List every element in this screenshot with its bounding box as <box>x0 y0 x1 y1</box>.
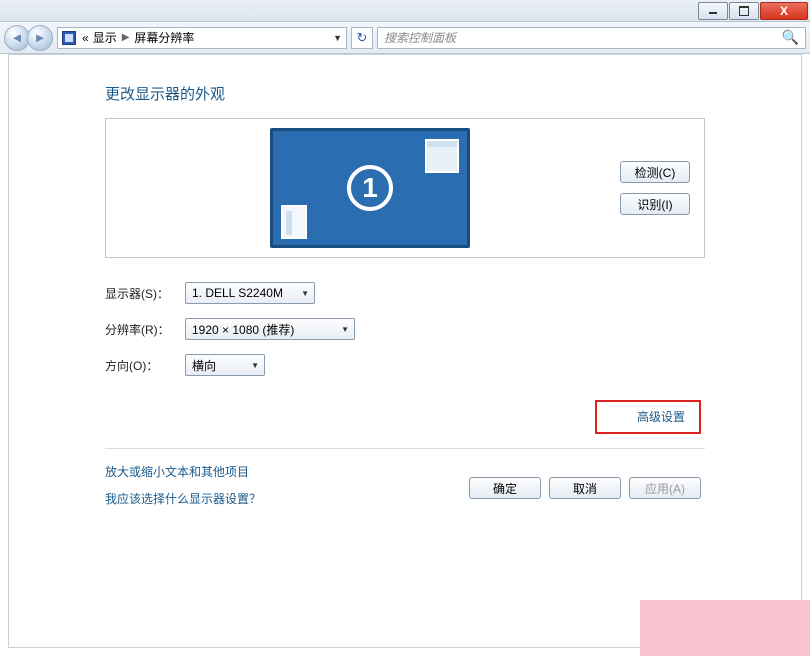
resolution-value: 1920 × 1080 (推荐) <box>192 321 294 338</box>
window-titlebar: X <box>0 0 810 22</box>
navigation-bar: ◄ ► « 显示 ▶ 屏幕分辨率 ▼ ↻ 搜索控制面板 🔍 <box>0 22 810 54</box>
orientation-value: 横向 <box>192 357 216 374</box>
content-panel: 更改显示器的外观 1 检测(C) 识别(I) 显示器(S)： 1. DELL S… <box>8 54 802 648</box>
breadcrumb[interactable]: « 显示 ▶ 屏幕分辨率 ▼ <box>57 27 347 49</box>
breadcrumb-dropdown-icon[interactable]: ▼ <box>333 33 342 43</box>
apply-button[interactable]: 应用(A) <box>629 477 701 499</box>
preview-stage: 1 <box>120 128 620 248</box>
breadcrumb-item-resolution[interactable]: 屏幕分辨率 <box>134 29 194 46</box>
breadcrumb-item-display[interactable]: 显示 <box>93 29 117 46</box>
ok-button[interactable]: 确定 <box>469 477 541 499</box>
breadcrumb-chevrons: « <box>82 31 89 45</box>
search-icon: 🔍 <box>782 29 799 46</box>
resolution-select[interactable]: 1920 × 1080 (推荐) <box>185 318 355 340</box>
preview-window-icon <box>425 139 459 173</box>
search-placeholder: 搜索控制面板 <box>384 29 456 46</box>
monitor-number-badge: 1 <box>347 165 393 211</box>
cancel-button[interactable]: 取消 <box>549 477 621 499</box>
advanced-highlight: 高级设置 <box>595 400 701 434</box>
search-input[interactable]: 搜索控制面板 🔍 <box>377 27 806 49</box>
orientation-label: 方向(O)： <box>105 357 185 374</box>
refresh-button[interactable]: ↻ <box>351 27 373 49</box>
identify-button[interactable]: 识别(I) <box>620 193 690 215</box>
display-value: 1. DELL S2240M <box>192 286 283 300</box>
divider <box>105 448 705 449</box>
forward-button[interactable]: ► <box>27 25 53 51</box>
monitor-preview: 1 检测(C) 识别(I) <box>105 118 705 258</box>
page-title: 更改显示器的外观 <box>105 83 705 104</box>
monitor-1[interactable]: 1 <box>270 128 470 248</box>
advanced-settings-link[interactable]: 高级设置 <box>637 410 685 424</box>
orientation-select[interactable]: 横向 <box>185 354 265 376</box>
control-panel-icon <box>62 31 76 45</box>
display-label: 显示器(S)： <box>105 285 185 302</box>
minimize-button[interactable] <box>698 2 728 20</box>
preview-window-icon <box>281 205 307 239</box>
close-button[interactable]: X <box>760 2 808 20</box>
resolution-label: 分辨率(R)： <box>105 321 185 338</box>
dialog-footer: 确定 取消 应用(A) <box>469 477 701 499</box>
maximize-button[interactable] <box>729 2 759 20</box>
detect-button[interactable]: 检测(C) <box>620 161 690 183</box>
breadcrumb-sep-icon: ▶ <box>122 32 130 43</box>
nav-back-forward: ◄ ► <box>4 25 53 51</box>
display-select[interactable]: 1. DELL S2240M <box>185 282 315 304</box>
overlay-block <box>640 600 810 656</box>
